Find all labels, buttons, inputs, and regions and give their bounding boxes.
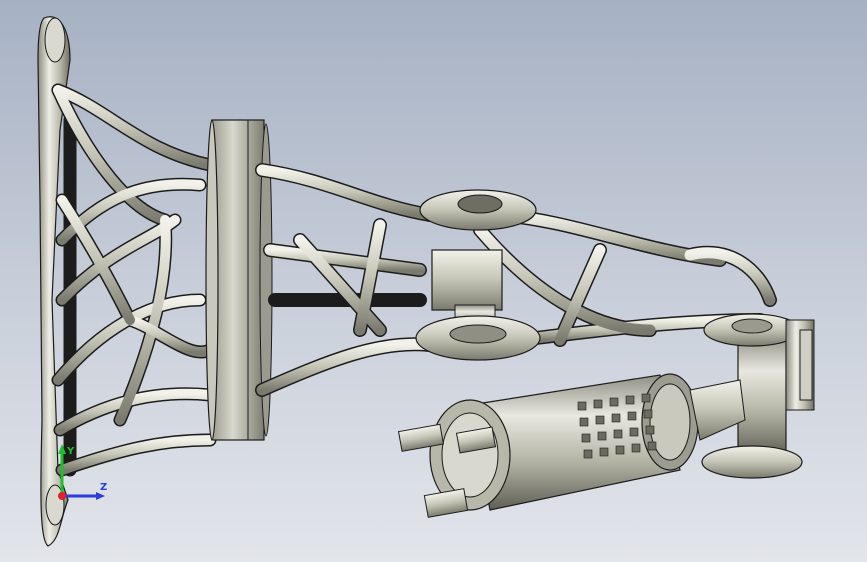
lattice-frame	[51, 83, 217, 477]
y-axis-label: Y	[66, 446, 75, 457]
graphics-viewport[interactable]: Y Z	[0, 0, 867, 562]
x-axis-dot	[58, 492, 66, 500]
model-view[interactable]	[0, 0, 867, 562]
coordinate-triad: Y Z	[58, 444, 107, 500]
z-arrow-head	[96, 492, 105, 500]
tool-cylinder	[397, 373, 746, 518]
z-axis-label: Z	[100, 482, 107, 493]
y-arrow-head	[58, 444, 66, 454]
